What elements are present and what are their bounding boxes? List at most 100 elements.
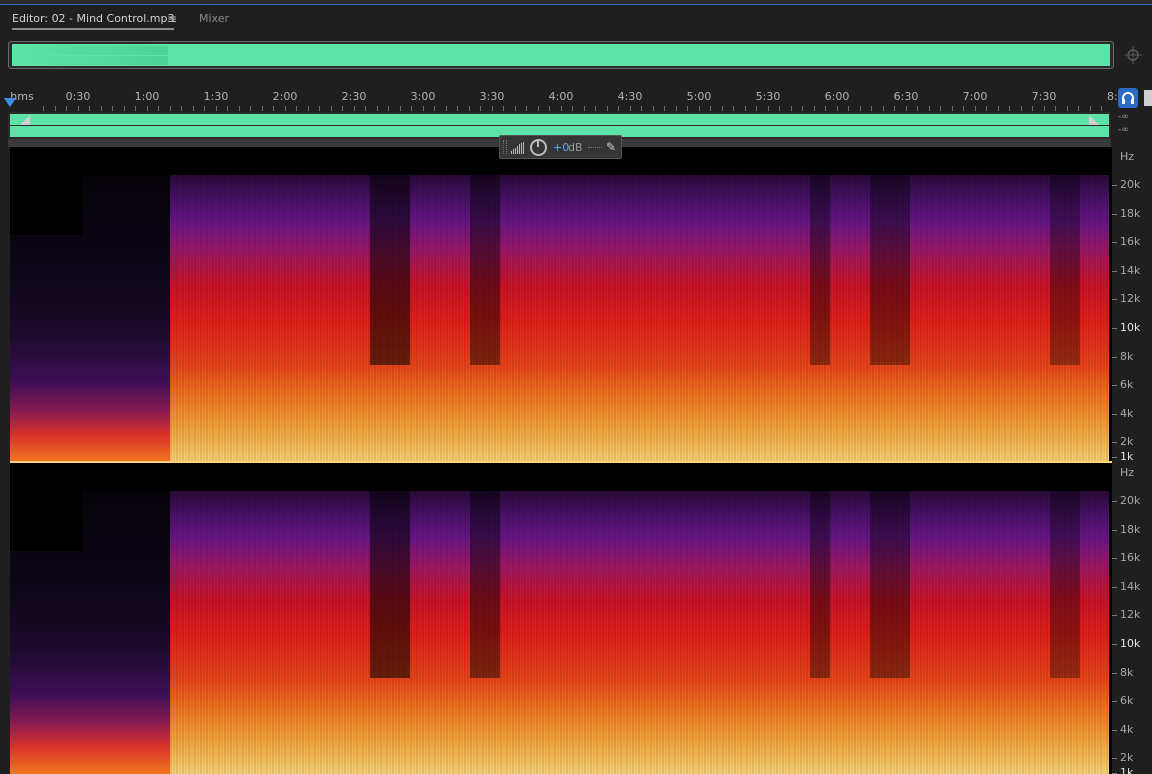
ruler-tick [963, 106, 964, 111]
hud-divider [588, 147, 602, 148]
frequency-label: 4k [1120, 407, 1134, 420]
ruler-tick [445, 106, 447, 111]
frequency-tick [1112, 730, 1117, 731]
ruler-tick [940, 106, 941, 111]
ruler-tick [284, 106, 286, 111]
frequency-tick [1112, 357, 1117, 358]
frequency-tick [1112, 758, 1117, 759]
ruler-tick [664, 106, 665, 111]
hud-gain-value[interactable]: +0 [553, 141, 569, 154]
ruler-tick [376, 106, 378, 111]
ruler-tick [296, 106, 297, 111]
frequency-label: 10k [1120, 637, 1141, 650]
ruler-tick [687, 106, 688, 111]
ruler-tick [802, 106, 803, 111]
ruler-tick [181, 106, 182, 111]
ruler-tick [894, 106, 895, 111]
frequency-tick [1112, 587, 1117, 588]
volume-hud[interactable]: +0 dB ✎ [499, 135, 622, 159]
ruler-tick [928, 106, 930, 111]
ruler-label: 3:00 [410, 90, 436, 103]
ruler-tick [411, 106, 412, 111]
ruler-tick [1078, 106, 1079, 111]
pin-icon[interactable] [1144, 90, 1152, 106]
headphones-icon[interactable] [1118, 88, 1138, 108]
frequency-label: 18k [1120, 207, 1141, 220]
ruler-label: 6:30 [893, 90, 919, 103]
hud-drag-grip[interactable] [503, 140, 507, 154]
ruler-tick [434, 106, 435, 111]
zoom-icon[interactable] [1122, 44, 1144, 66]
frequency-axis-right: Hz 20k 18k 16k 14k 12k 10k 8k 6k 4k 2k 1k [1112, 463, 1152, 774]
menu-icon[interactable]: ≡ [167, 12, 177, 26]
frequency-unit: Hz [1120, 150, 1135, 163]
ruler-tick [66, 106, 67, 111]
tab-editor[interactable]: Editor: 02 - Mind Control.mp3 [12, 12, 175, 30]
frequency-tick [1112, 242, 1117, 243]
ruler-label: 6:00 [824, 90, 850, 103]
ruler-tick [595, 106, 596, 111]
frequency-label: 14k [1120, 580, 1141, 593]
ruler-tick [135, 106, 136, 111]
ruler-tick [698, 106, 700, 111]
spectrogram-channel-left[interactable] [10, 147, 1112, 463]
ruler-tick [468, 106, 470, 111]
tab-mixer[interactable]: Mixer [199, 12, 229, 30]
ruler-label: 8: [1107, 90, 1118, 103]
frequency-label: 2k [1120, 751, 1134, 764]
ruler-tick [629, 106, 631, 111]
ruler-tick [549, 106, 550, 111]
spectrogram-channel-right[interactable] [10, 463, 1112, 774]
ruler-tick [560, 106, 562, 111]
frequency-label: 16k [1120, 235, 1141, 248]
hud-gain-unit: dB [568, 141, 583, 154]
ruler-tick [1101, 106, 1102, 111]
ruler-tick [813, 106, 815, 111]
ruler-tick [583, 106, 585, 111]
overview-navigator[interactable] [8, 41, 1114, 69]
waveform-channel-left [10, 114, 1109, 125]
frequency-axis-left: Hz 20k 18k 16k 14k 12k 10k 8k 6k 4k 2k 1k [1112, 147, 1152, 463]
ruler-tick [146, 106, 148, 111]
ruler-tick [399, 106, 401, 111]
ruler-tick [227, 106, 228, 111]
frequency-tick [1112, 530, 1117, 531]
thumbtack-icon[interactable]: ✎ [606, 140, 616, 154]
ruler-tick [986, 106, 987, 111]
ruler-tick [491, 106, 493, 111]
ruler-tick [457, 106, 458, 111]
ruler-tick [480, 106, 481, 111]
spectrogram-intro-silence [10, 175, 82, 235]
ruler-tick [1032, 106, 1033, 111]
ruler-tick [54, 106, 56, 111]
ruler-tick [859, 106, 861, 111]
frequency-tick [1112, 214, 1117, 215]
ruler-label: 4:30 [617, 90, 643, 103]
ruler-tick [744, 106, 746, 111]
ruler-tick [905, 106, 907, 111]
knob-icon[interactable] [530, 139, 547, 156]
ruler-tick [192, 106, 194, 111]
ruler-tick [848, 106, 849, 111]
ruler-tick [951, 106, 953, 111]
frequency-tick [1112, 558, 1117, 559]
ruler-tick [342, 106, 343, 111]
ruler-tick [790, 106, 792, 111]
spectrogram-intro-silence [10, 491, 82, 551]
frequency-label: 6k [1120, 694, 1134, 707]
ruler-tick [250, 106, 251, 111]
ruler-tick [273, 106, 274, 111]
time-ruler[interactable]: hms 0:30 1:00 1:30 2:00 2:30 3:00 3:30 4:00 4:30… [8, 86, 1118, 111]
ruler-tick [307, 106, 309, 111]
frequency-label: 14k [1120, 264, 1141, 277]
overview-intro-top [12, 46, 168, 55]
ruler-tick [1055, 106, 1056, 111]
frequency-label: 10k [1120, 321, 1141, 334]
ruler-tick [997, 106, 999, 111]
playhead-marker[interactable] [4, 98, 16, 107]
ruler-tick [652, 106, 654, 111]
ruler-label: 5:00 [686, 90, 712, 103]
ruler-label: 7:30 [1031, 90, 1057, 103]
frequency-tick [1112, 673, 1117, 674]
ruler-tick [100, 106, 102, 111]
